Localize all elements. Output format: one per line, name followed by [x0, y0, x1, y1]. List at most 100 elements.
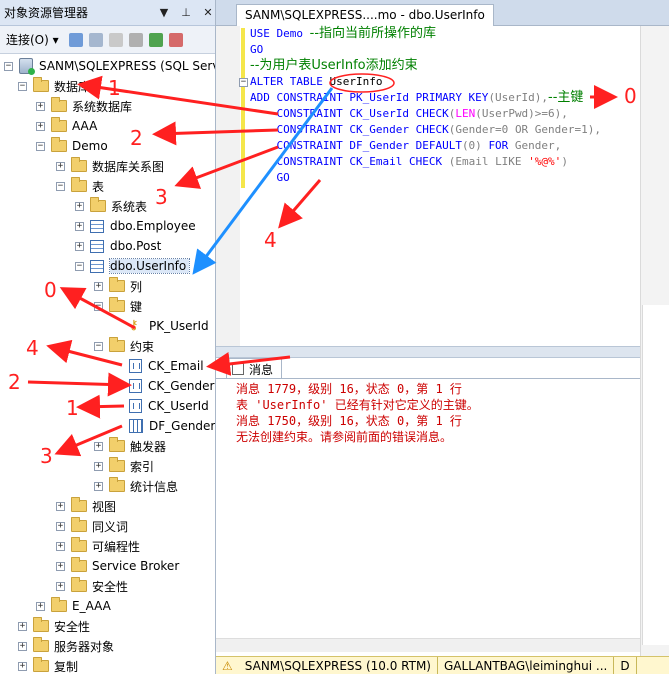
tree-node-label: 系统表 — [111, 199, 148, 214]
expand-icon[interactable]: + — [75, 241, 84, 251]
tree-node-label: 索引 — [130, 459, 155, 474]
expand-icon[interactable]: + — [36, 101, 45, 111]
tree-node-tables[interactable]: − 表 — [56, 176, 104, 196]
expand-icon[interactable]: + — [56, 541, 65, 551]
tree-node-columns[interactable]: + 列 — [94, 276, 142, 296]
expand-icon[interactable]: + — [56, 581, 65, 591]
collapse-icon[interactable]: − — [56, 181, 65, 191]
tree-node-label: 服务器对象 — [54, 639, 115, 654]
expand-icon[interactable]: + — [56, 561, 65, 571]
collapse-icon[interactable]: − — [4, 61, 13, 71]
tree-node-employee[interactable]: + dbo.Employee — [75, 216, 196, 236]
tree-node-label: 安全性 — [54, 619, 91, 634]
tree-node-system-tables[interactable]: + 系统表 — [75, 196, 147, 216]
dropdown-icon[interactable]: ▼ — [157, 6, 171, 20]
refresh-icon[interactable] — [148, 32, 163, 47]
tree-node-triggers[interactable]: + 触发器 — [94, 436, 166, 456]
message-line: 消息 1779，级别 16，状态 0，第 1 行 — [236, 382, 462, 396]
collapse-icon[interactable]: − — [94, 301, 103, 311]
expand-icon[interactable]: + — [18, 621, 27, 631]
tree-node-ck-userid[interactable]: CK_UserId — [114, 396, 209, 416]
connect-button[interactable]: 连接(O) ▾ — [6, 31, 59, 48]
expand-icon[interactable]: + — [18, 641, 27, 651]
tree-node-df-gender[interactable]: DF_Gender — [114, 416, 215, 436]
tree-node-server[interactable]: − SANM\SQLEXPRESS (SQL Serve — [4, 56, 215, 76]
tree-node-userinfo[interactable]: − dbo.UserInfo — [75, 256, 191, 276]
pin-icon[interactable]: ⊥ — [179, 6, 193, 20]
pane-splitter[interactable] — [216, 346, 640, 358]
connect-server-icon[interactable] — [68, 32, 83, 47]
expand-icon[interactable]: + — [75, 221, 84, 231]
summary-icon[interactable] — [168, 32, 183, 47]
tree-node-constraints[interactable]: − 约束 — [94, 336, 154, 356]
tree-node-server-objects[interactable]: + 服务器对象 — [18, 636, 114, 656]
expand-icon[interactable]: + — [94, 441, 103, 451]
tree-node-label: 可编程性 — [92, 539, 141, 554]
tree-node-keys[interactable]: − 键 — [94, 296, 142, 316]
table-icon — [90, 239, 104, 253]
folder-icon — [51, 97, 67, 112]
filter-icon[interactable] — [128, 32, 143, 47]
sql-token: ALTER TABLE — [250, 75, 330, 88]
tree-node-indexes[interactable]: + 索引 — [94, 456, 154, 476]
expand-icon[interactable]: + — [36, 121, 45, 131]
expand-icon[interactable]: + — [36, 601, 45, 611]
tree-node-aaa[interactable]: + AAA — [36, 116, 97, 136]
tree-node-demo[interactable]: − Demo — [36, 136, 108, 156]
tree-node-programmability[interactable]: + 可编程性 — [56, 536, 140, 556]
sql-token: '%@%' — [528, 155, 562, 168]
tree-node-post[interactable]: + dbo.Post — [75, 236, 161, 256]
message-line: 表 'UserInfo' 已经有针对它定义的主键。 — [236, 398, 479, 412]
expand-icon[interactable]: + — [94, 461, 103, 471]
sql-line-2: GO — [250, 42, 263, 58]
expand-icon[interactable]: + — [94, 281, 103, 291]
tree-node-pk-userid[interactable]: ⚷ PK_UserId — [114, 316, 209, 336]
sql-token: CONSTRAINT — [250, 107, 350, 120]
expand-icon[interactable]: + — [56, 501, 65, 511]
disconnect-icon[interactable] — [88, 32, 103, 47]
tree-node-e-aaa[interactable]: + E_AAA — [36, 596, 111, 616]
annotation-number: 1 — [108, 76, 121, 100]
status-database: D — [614, 656, 637, 674]
tree-node-synonyms[interactable]: + 同义词 — [56, 516, 128, 536]
expand-icon[interactable]: + — [94, 481, 103, 491]
expand-icon[interactable]: + — [75, 201, 84, 211]
expand-icon[interactable]: + — [56, 161, 65, 171]
tree-node-statistics[interactable]: + 统计信息 — [94, 476, 178, 496]
stop-icon[interactable] — [108, 32, 123, 47]
query-document-tab[interactable]: SANM\SQLEXPRESS....mo - dbo.UserInfo — [236, 4, 494, 26]
sql-token: USE — [250, 27, 270, 40]
tree-node-replication[interactable]: + 复制 — [18, 656, 78, 674]
collapse-icon[interactable]: − — [75, 261, 84, 271]
folder-icon — [71, 157, 87, 172]
expand-icon[interactable]: + — [56, 521, 65, 531]
tree-node-views[interactable]: + 视图 — [56, 496, 116, 516]
tree-node-security[interactable]: + 安全性 — [18, 616, 90, 636]
folder-icon — [71, 537, 87, 552]
sql-token: (Email — [448, 155, 496, 168]
messages-tab[interactable]: 消息 — [226, 358, 283, 378]
collapse-icon[interactable]: − — [18, 81, 27, 91]
annotation-number: 4 — [26, 336, 39, 360]
sql-editor[interactable]: − USE Demo --指向当前所操作的库 GO --为用户表UserInfo… — [216, 26, 640, 346]
collapse-icon[interactable]: − — [94, 341, 103, 351]
tree-node-ck-gender[interactable]: CK_Gender — [114, 376, 214, 396]
tree-node-diagrams[interactable]: + 数据库关系图 — [56, 156, 164, 176]
tree-node-label: dbo.Post — [110, 239, 162, 253]
expand-icon[interactable]: + — [18, 661, 27, 671]
outline-collapse-icon[interactable]: − — [239, 78, 248, 87]
tree-node-databases[interactable]: − 数据库 — [18, 76, 90, 96]
sql-token: LIKE — [495, 155, 529, 168]
tree-node-security-db[interactable]: + 安全性 — [56, 576, 128, 596]
horizontal-scrollbar[interactable] — [216, 638, 640, 652]
tree-node-label: Demo — [72, 139, 108, 153]
close-icon[interactable]: ✕ — [201, 6, 215, 20]
tree-node-service-broker[interactable]: + Service Broker — [56, 556, 179, 576]
tree-node-ck-email[interactable]: CK_Email — [114, 356, 204, 376]
collapse-icon[interactable]: − — [36, 141, 45, 151]
sql-line-3: --为用户表UserInfo添加约束 — [250, 58, 418, 74]
constraint-icon — [129, 399, 142, 413]
warning-icon: ⚠ — [222, 658, 233, 673]
